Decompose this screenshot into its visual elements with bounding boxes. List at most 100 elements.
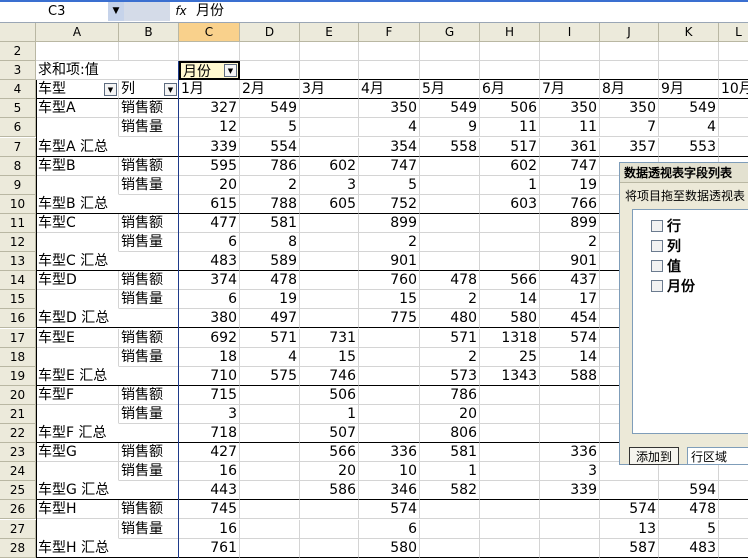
value-cell[interactable] bbox=[300, 233, 359, 253]
value-cell[interactable]: 595 bbox=[179, 156, 240, 176]
value-cell[interactable]: 14 bbox=[540, 347, 600, 367]
add-to-button[interactable]: 添加到 bbox=[629, 447, 679, 465]
month-header[interactable]: 3月 bbox=[300, 80, 359, 100]
model-label[interactable]: 车型E bbox=[36, 328, 119, 348]
row-header[interactable]: 12 bbox=[0, 233, 36, 253]
cell[interactable] bbox=[359, 42, 420, 62]
value-cell[interactable]: 602 bbox=[300, 156, 359, 176]
cell[interactable] bbox=[420, 42, 480, 62]
month-header[interactable]: 8月 bbox=[600, 80, 659, 100]
value-cell[interactable] bbox=[480, 519, 540, 539]
value-cell[interactable]: 2 bbox=[420, 290, 480, 310]
value-cell[interactable]: 1318 bbox=[480, 328, 540, 348]
value-cell[interactable]: 18 bbox=[179, 347, 240, 367]
cell[interactable] bbox=[600, 61, 659, 81]
value-cell[interactable]: 715 bbox=[179, 385, 240, 405]
value-cell[interactable] bbox=[240, 385, 300, 405]
value-cell[interactable] bbox=[240, 404, 300, 424]
value-cell[interactable]: 1 bbox=[420, 462, 480, 482]
value-cell[interactable]: 558 bbox=[420, 137, 480, 157]
cell[interactable] bbox=[179, 42, 240, 62]
column-header-h[interactable]: H bbox=[480, 23, 540, 42]
month-header[interactable]: 2月 bbox=[240, 80, 300, 100]
value-cell[interactable] bbox=[300, 500, 359, 520]
value-cell[interactable] bbox=[240, 462, 300, 482]
measure-label[interactable]: 销售额 bbox=[119, 328, 179, 348]
value-cell[interactable]: 437 bbox=[540, 271, 600, 291]
value-cell[interactable]: 5 bbox=[240, 118, 300, 138]
value-cell[interactable] bbox=[359, 328, 420, 348]
row-header[interactable]: 22 bbox=[0, 424, 36, 444]
value-cell[interactable]: 615 bbox=[179, 194, 240, 214]
row-header[interactable]: 21 bbox=[0, 404, 36, 424]
field-item-month[interactable]: 月份 bbox=[651, 278, 695, 296]
field-item-row[interactable]: 行 bbox=[651, 218, 681, 236]
value-cell[interactable]: 731 bbox=[300, 328, 359, 348]
field-item-value[interactable]: 值 bbox=[651, 258, 681, 276]
value-cell[interactable]: 15 bbox=[359, 290, 420, 310]
value-cell[interactable]: 594 bbox=[659, 481, 719, 501]
value-cell[interactable] bbox=[420, 213, 480, 233]
value-cell[interactable] bbox=[540, 404, 600, 424]
value-cell[interactable]: 11 bbox=[540, 118, 600, 138]
value-cell[interactable] bbox=[480, 213, 540, 233]
model-label[interactable]: 车型B bbox=[36, 156, 119, 176]
value-cell[interactable]: 506 bbox=[300, 385, 359, 405]
checkbox-icon[interactable] bbox=[651, 220, 663, 232]
subtotal-label[interactable]: 车型E 汇总 bbox=[36, 366, 179, 386]
month-header[interactable]: 6月 bbox=[480, 80, 540, 100]
measure-label[interactable]: 销售额 bbox=[119, 156, 179, 176]
month-header[interactable]: 4月 bbox=[359, 80, 420, 100]
select-all-corner[interactable] bbox=[0, 23, 36, 42]
value-cell[interactable] bbox=[300, 137, 359, 157]
value-cell[interactable] bbox=[300, 309, 359, 329]
cell[interactable] bbox=[420, 61, 480, 81]
value-cell[interactable] bbox=[420, 519, 480, 539]
value-cell[interactable]: 2 bbox=[540, 233, 600, 253]
row-header[interactable]: 27 bbox=[0, 519, 36, 539]
value-cell[interactable] bbox=[600, 481, 659, 501]
value-cell[interactable]: 477 bbox=[179, 213, 240, 233]
value-cell[interactable]: 350 bbox=[600, 99, 659, 119]
value-cell[interactable]: 788 bbox=[240, 194, 300, 214]
column-header-e[interactable]: E bbox=[300, 23, 359, 42]
value-cell[interactable] bbox=[240, 424, 300, 444]
value-cell[interactable]: 6 bbox=[179, 290, 240, 310]
value-cell[interactable]: 480 bbox=[420, 309, 480, 329]
value-cell[interactable]: 327 bbox=[179, 99, 240, 119]
value-cell[interactable]: 350 bbox=[540, 99, 600, 119]
value-cell[interactable]: 443 bbox=[179, 481, 240, 501]
value-cell[interactable]: 549 bbox=[420, 99, 480, 119]
value-cell[interactable]: 16 bbox=[179, 519, 240, 539]
value-cell[interactable] bbox=[480, 385, 540, 405]
checkbox-icon[interactable] bbox=[651, 260, 663, 272]
value-cell[interactable]: 4 bbox=[240, 347, 300, 367]
row-header[interactable]: 20 bbox=[0, 385, 36, 405]
value-cell[interactable]: 16 bbox=[179, 462, 240, 482]
value-cell[interactable] bbox=[240, 500, 300, 520]
row-header[interactable]: 25 bbox=[0, 481, 36, 501]
filter-dropdown-icon[interactable]: ▼ bbox=[224, 64, 237, 78]
row-header[interactable]: 14 bbox=[0, 271, 36, 291]
value-cell[interactable]: 454 bbox=[540, 309, 600, 329]
value-cell[interactable]: 19 bbox=[540, 175, 600, 195]
column-header-k[interactable]: K bbox=[659, 23, 719, 42]
value-cell[interactable] bbox=[719, 520, 748, 539]
column-header-g[interactable]: G bbox=[420, 23, 480, 42]
measure-label[interactable]: 销售量 bbox=[119, 404, 179, 424]
value-cell[interactable]: 745 bbox=[179, 500, 240, 520]
value-cell[interactable] bbox=[240, 481, 300, 501]
value-cell[interactable] bbox=[420, 252, 480, 272]
value-cell[interactable]: 20 bbox=[420, 404, 480, 424]
value-cell[interactable]: 603 bbox=[480, 194, 540, 214]
column-header-d[interactable]: D bbox=[240, 23, 300, 42]
value-cell[interactable] bbox=[300, 213, 359, 233]
month-header[interactable]: 5月 bbox=[420, 80, 480, 100]
value-cell[interactable]: 554 bbox=[240, 137, 300, 157]
value-cell[interactable]: 566 bbox=[300, 443, 359, 463]
value-cell[interactable] bbox=[480, 481, 540, 501]
value-cell[interactable]: 4 bbox=[659, 118, 719, 138]
measure-label[interactable]: 销售量 bbox=[119, 118, 179, 138]
value-cell[interactable] bbox=[359, 404, 420, 424]
area-select[interactable]: 行区域 bbox=[687, 447, 748, 465]
